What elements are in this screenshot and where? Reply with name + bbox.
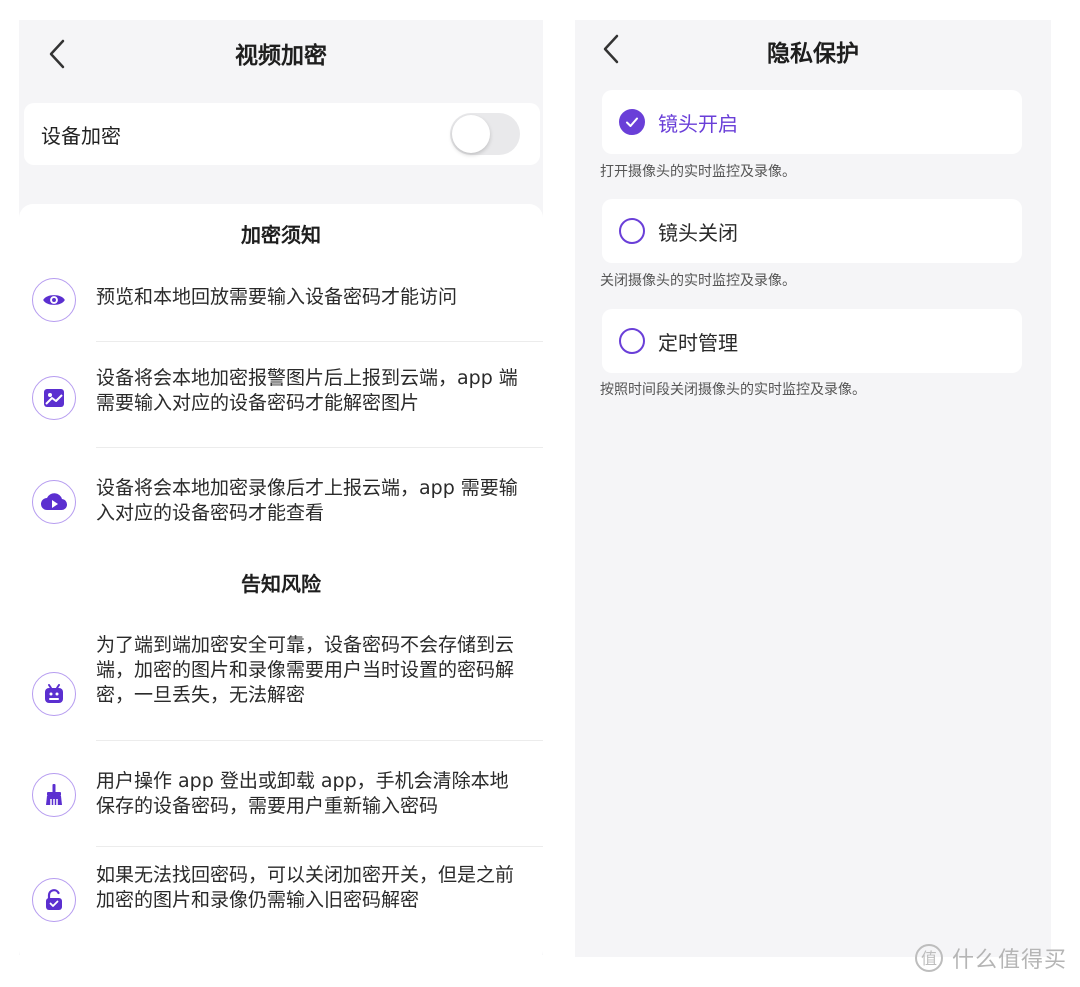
image-icon [32,376,76,420]
risk-item: 如果无法找回密码，可以关闭加密开关，但是之前加密的图片和录像仍需输入旧密码解密 [19,847,543,955]
option-lens-off[interactable]: 镜头关闭 [602,199,1022,263]
eye-icon [32,278,76,322]
option-description: 关闭摄像头的实时监控及录像。 [600,273,796,289]
android-icon [32,672,76,716]
broom-icon [32,773,76,817]
watermark-text: 什么值得买 [952,948,1068,973]
option-label: 镜头开启 [658,111,738,136]
page-title: 视频加密 [235,43,327,69]
watermark: 值 什么值得买 [914,942,1067,974]
radio-unchecked-icon [619,328,645,354]
unlock-icon [32,878,76,922]
option-label: 镜头关闭 [658,220,738,245]
smzdm-logo-icon: 值 [915,944,943,972]
radio-checked-icon [619,109,645,135]
notice-item: 预览和本地回放需要输入设备密码才能访问 [19,262,543,342]
device-encryption-label: 设备加密 [41,123,121,148]
risk-item: 用户操作 app 登出或卸载 app，手机会清除本地保存的设备密码，需要用户重新… [19,741,543,846]
privacy-protection-screen: 隐私保护 镜头开启 打开摄像头的实时监控及录像。 镜头关闭 关闭摄像头的实时监控… [575,20,1051,957]
option-description: 按照时间段关闭摄像头的实时监控及录像。 [600,382,866,398]
cloud-play-icon [32,480,76,524]
option-lens-on[interactable]: 镜头开启 [602,90,1022,154]
encryption-notice-card: 加密须知 预览和本地回放需要输入设备密码才能访问 设备将会本地加密报警图片后上报… [19,204,543,955]
notice-item-text: 设备将会本地加密报警图片后上报到云端，app 端需要输入对应的设备密码才能解密图… [96,367,518,414]
notice-item: 设备将会本地加密录像后才上报云端，app 需要输入对应的设备密码才能查看 [19,448,543,553]
video-encryption-screen: 视频加密 设备加密 加密须知 预览和本地回放需要输入设备密码才能访问 设备将会本… [19,20,543,955]
risk-item-text: 如果无法找回密码，可以关闭加密开关，但是之前加密的图片和录像仍需输入旧密码解密 [96,864,515,911]
device-encryption-row: 设备加密 [24,103,540,165]
notice-item-text: 预览和本地回放需要输入设备密码才能访问 [96,286,458,308]
page-title: 隐私保护 [767,41,859,67]
option-description: 打开摄像头的实时监控及录像。 [600,164,796,180]
option-label: 定时管理 [658,330,738,355]
notice-item-text: 设备将会本地加密录像后才上报云端，app 需要输入对应的设备密码才能查看 [96,477,518,524]
option-scheduled[interactable]: 定时管理 [602,309,1022,373]
notice-item: 设备将会本地加密报警图片后上报到云端，app 端需要输入对应的设备密码才能解密图… [19,342,543,447]
section-title-risk: 告知风险 [241,572,321,596]
radio-unchecked-icon [619,218,645,244]
section-title-notice: 加密须知 [241,223,321,247]
risk-item-text: 用户操作 app 登出或卸载 app，手机会清除本地保存的设备密码，需要用户重新… [96,770,509,817]
device-encryption-toggle[interactable] [450,113,520,155]
risk-item-text: 为了端到端加密安全可靠，设备密码不会存储到云端，加密的图片和录像需要用户当时设置… [96,634,515,706]
svg-text:值: 值 [921,949,937,968]
toggle-knob [452,115,490,153]
